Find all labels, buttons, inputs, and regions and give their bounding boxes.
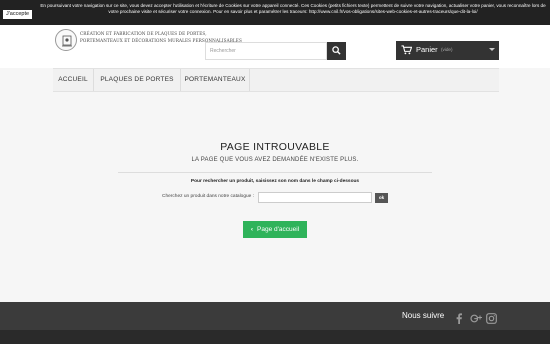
chevron-left-icon: ‹ [250, 226, 254, 233]
nav-divider [249, 69, 250, 91]
follow-us-label: Nous suivre [402, 311, 445, 320]
catalog-search-label: Cherchez un produit dans notre catalogue… [162, 194, 255, 199]
cookie-banner: J'accepte En poursuivant votre navigatio… [0, 0, 550, 25]
search-icon [332, 46, 341, 55]
logo-tagline-1: CRÉATION ET FABRICATION DE PLAQUES DE PO… [80, 31, 207, 36]
nav-item-plaques-de-portes[interactable]: PLAQUES DE PORTES [94, 69, 180, 91]
cart-count: (vide) [441, 47, 453, 52]
search-button[interactable] [327, 42, 346, 60]
nav-item-accueil[interactable]: ACCUEIL [53, 69, 93, 91]
page-subtitle: LA PAGE QUE VOUS AVEZ DEMANDÉE N'EXISTE … [191, 157, 359, 163]
main-nav: ACCUEIL PLAQUES DE PORTES PORTEMANTEAUX [53, 68, 499, 92]
cart-button[interactable]: Panier (vide) [396, 41, 499, 60]
cart-icon [401, 45, 412, 55]
page-title: PAGE INTROUVABLE [220, 141, 330, 153]
nav-item-portemanteaux[interactable]: PORTEMANTEAUX [181, 69, 249, 91]
facebook-icon[interactable] [455, 311, 463, 329]
chevron-down-icon [489, 48, 495, 51]
logo[interactable] [55, 29, 77, 51]
cookie-text: En poursuivant votre navigation sur ce s… [40, 3, 546, 14]
google-plus-icon[interactable] [470, 311, 482, 329]
footer-bottom [0, 330, 550, 344]
content-divider [118, 172, 432, 173]
cart-label: Panier [416, 45, 438, 54]
site-header: CRÉATION ET FABRICATION DE PLAQUES DE PO… [0, 25, 550, 68]
search-input[interactable] [205, 42, 327, 60]
logo-icon [62, 35, 72, 47]
home-page-button[interactable]: ‹ Page d'accueil [243, 221, 307, 238]
catalog-search-ok-button[interactable]: ok [375, 193, 388, 203]
instagram-icon[interactable] [486, 311, 497, 329]
home-page-button-label: Page d'accueil [257, 226, 300, 233]
cookie-accept-button[interactable]: J'accepte [3, 10, 33, 19]
footer-social-bar: Nous suivre [0, 302, 550, 330]
search-hint: Pour rechercher un produit, saisissez so… [190, 179, 360, 184]
catalog-search-input[interactable] [258, 192, 372, 203]
